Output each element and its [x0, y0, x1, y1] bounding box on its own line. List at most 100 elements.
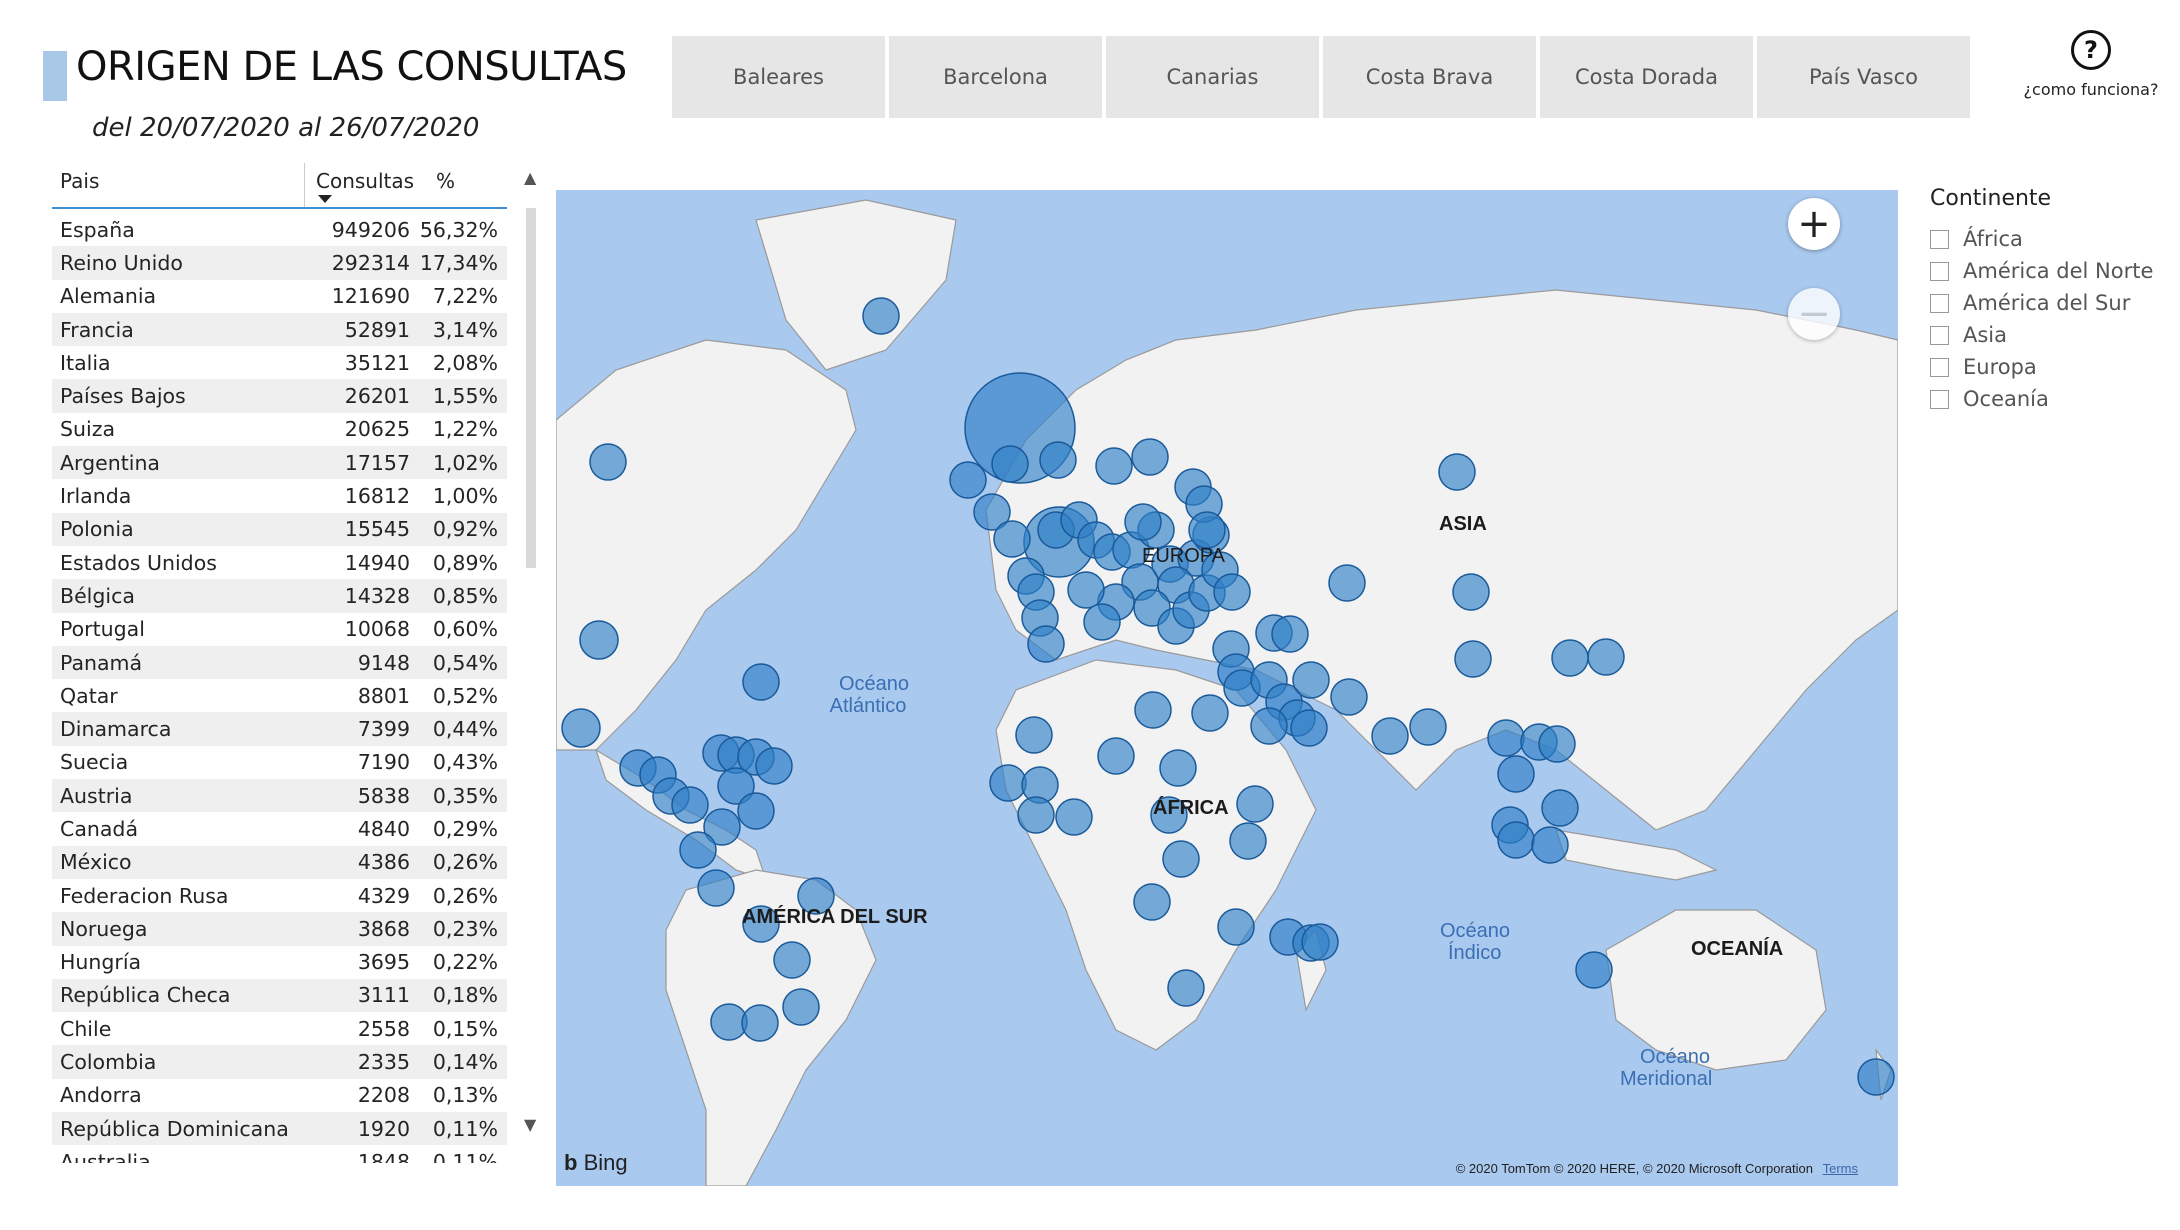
map-bubble: [1487, 719, 1525, 757]
map-bubble: [589, 443, 627, 481]
table-row[interactable]: República Checa 3111 0,18%: [52, 978, 507, 1013]
tab-canarias[interactable]: Canarias: [1106, 36, 1319, 118]
tab-barcelona[interactable]: Barcelona: [889, 36, 1102, 118]
table-row[interactable]: Francia 52891 3,14%: [52, 312, 507, 347]
sort-desc-icon: [318, 195, 332, 203]
tab-pais-vasco[interactable]: País Vasco: [1757, 36, 1970, 118]
filter-option-america-sur[interactable]: América del Sur: [1930, 287, 2153, 319]
map-bubble: [579, 620, 619, 660]
cell-country: Suecia: [60, 750, 129, 775]
column-header-consultas[interactable]: Consultas: [308, 163, 426, 207]
zoom-in-button[interactable]: +: [1788, 198, 1840, 250]
cell-consultas: 15545: [344, 517, 410, 542]
scroll-thumb[interactable]: [526, 208, 536, 568]
table-row[interactable]: Argentina 17157 1,02%: [52, 446, 507, 480]
table-row[interactable]: Estados Unidos 14940 0,89%: [52, 545, 507, 580]
cell-consultas: 7190: [357, 750, 410, 775]
cell-country: Federacion Rusa: [60, 883, 229, 908]
table-row[interactable]: Australia 1848 0,11%: [52, 1145, 507, 1163]
table-row[interactable]: Federacion Rusa 4329 0,26%: [52, 878, 507, 913]
zoom-out-button[interactable]: −: [1788, 288, 1840, 340]
cell-percent: 0,23%: [432, 916, 498, 941]
label-africa: ÁFRICA: [1153, 796, 1229, 819]
table-row[interactable]: República Dominicana 1920 0,11%: [52, 1112, 507, 1146]
table-row[interactable]: Hungría 3695 0,22%: [52, 945, 507, 979]
filter-option-oceania[interactable]: Oceanía: [1930, 383, 2153, 415]
table-row[interactable]: Austria 5838 0,35%: [52, 779, 507, 813]
table-row[interactable]: Dinamarca 7399 0,44%: [52, 712, 507, 746]
region-tabs: Baleares Barcelona Canarias Costa Brava …: [672, 36, 1970, 118]
checkbox[interactable]: [1930, 357, 1949, 377]
scroll-up-icon[interactable]: ▲: [524, 168, 536, 187]
table-row[interactable]: Panamá 9148 0,54%: [52, 645, 507, 680]
table-row[interactable]: Portugal 10068 0,60%: [52, 612, 507, 646]
column-header-percent[interactable]: %: [426, 163, 506, 207]
map-bubble: [1124, 503, 1162, 541]
table-row[interactable]: Suiza 20625 1,22%: [52, 412, 507, 447]
cell-country: Reino Unido: [60, 250, 183, 275]
help-button[interactable]: ? ¿como funciona?: [2016, 30, 2166, 99]
map-bubble: [671, 786, 709, 824]
cell-percent: 1,22%: [432, 417, 498, 442]
cell-percent: 1,00%: [432, 484, 498, 509]
map-bubble: [1236, 785, 1274, 823]
checkbox[interactable]: [1930, 229, 1949, 249]
column-header-pais[interactable]: Pais: [52, 163, 308, 207]
table-row[interactable]: Alemania 121690 7,22%: [52, 279, 507, 313]
cell-consultas: 2335: [357, 1050, 410, 1075]
cell-country: Bélgica: [60, 583, 135, 608]
scroll-down-icon[interactable]: ▼: [524, 1115, 536, 1134]
world-map[interactable]: EUROPA ASIA ÁFRICA AMÉRICA DEL SUR OCEAN…: [556, 190, 1898, 1186]
table-row[interactable]: Polonia 15545 0,92%: [52, 512, 507, 546]
tab-baleares[interactable]: Baleares: [672, 36, 885, 118]
map-bubble: [1250, 707, 1288, 745]
map-bubble: [1409, 708, 1447, 746]
table-scrollbar[interactable]: ▲ ▼: [524, 168, 538, 1134]
checkbox[interactable]: [1930, 325, 1949, 345]
cell-consultas: 20625: [344, 417, 410, 442]
table-row[interactable]: Noruega 3868 0,23%: [52, 912, 507, 946]
table-row[interactable]: México 4386 0,26%: [52, 845, 507, 879]
table-row[interactable]: Irlanda 16812 1,00%: [52, 479, 507, 513]
table-row[interactable]: España 949206 56,32%: [52, 213, 507, 247]
question-circle-icon[interactable]: ?: [2071, 30, 2111, 70]
checkbox[interactable]: [1930, 293, 1949, 313]
checkbox[interactable]: [1930, 261, 1949, 281]
map-bubble: [993, 520, 1031, 558]
column-divider[interactable]: [304, 163, 305, 207]
filter-option-europa[interactable]: Europa: [1930, 351, 2153, 383]
filter-option-asia[interactable]: Asia: [1930, 319, 2153, 351]
map-bubble: [1328, 564, 1366, 602]
table-row[interactable]: Bélgica 14328 0,85%: [52, 579, 507, 613]
table-row[interactable]: Andorra 2208 0,13%: [52, 1078, 507, 1113]
cell-percent: 0,14%: [432, 1050, 498, 1075]
cell-consultas: 1848: [357, 1149, 410, 1163]
cell-percent: 0,35%: [432, 783, 498, 808]
filter-option-label: América del Norte: [1963, 259, 2154, 283]
table-row[interactable]: Chile 2558 0,15%: [52, 1012, 507, 1046]
tab-costa-dorada[interactable]: Costa Dorada: [1540, 36, 1753, 118]
cell-consultas: 2558: [357, 1016, 410, 1041]
table-row[interactable]: Italia 35121 2,08%: [52, 346, 507, 380]
table-row[interactable]: Suecia 7190 0,43%: [52, 745, 507, 780]
cell-consultas: 7399: [357, 717, 410, 742]
filter-option-africa[interactable]: África: [1930, 223, 2153, 255]
checkbox[interactable]: [1930, 389, 1949, 409]
table-row[interactable]: Qatar 8801 0,52%: [52, 679, 507, 713]
table-row[interactable]: Reino Unido 292314 17,34%: [52, 246, 507, 280]
table-row[interactable]: Canadá 4840 0,29%: [52, 812, 507, 846]
cell-country: Canadá: [60, 816, 139, 841]
terms-link[interactable]: Terms: [1823, 1161, 1858, 1176]
table-row[interactable]: Colombia 2335 0,14%: [52, 1045, 507, 1079]
map-bubble: [561, 708, 601, 748]
filter-option-america-norte[interactable]: América del Norte: [1930, 255, 2153, 287]
table-row[interactable]: Países Bajos 26201 1,55%: [52, 379, 507, 413]
cell-country: Francia: [60, 317, 134, 342]
cell-percent: 17,34%: [419, 250, 498, 275]
cell-percent: 0,43%: [432, 750, 498, 775]
cell-country: Chile: [60, 1016, 112, 1041]
map-bubble: [782, 988, 820, 1026]
table-body: España 949206 56,32% Reino Unido 292314 17,34…: [52, 213, 507, 1163]
cell-percent: 1,55%: [432, 384, 498, 409]
tab-costa-brava[interactable]: Costa Brava: [1323, 36, 1536, 118]
